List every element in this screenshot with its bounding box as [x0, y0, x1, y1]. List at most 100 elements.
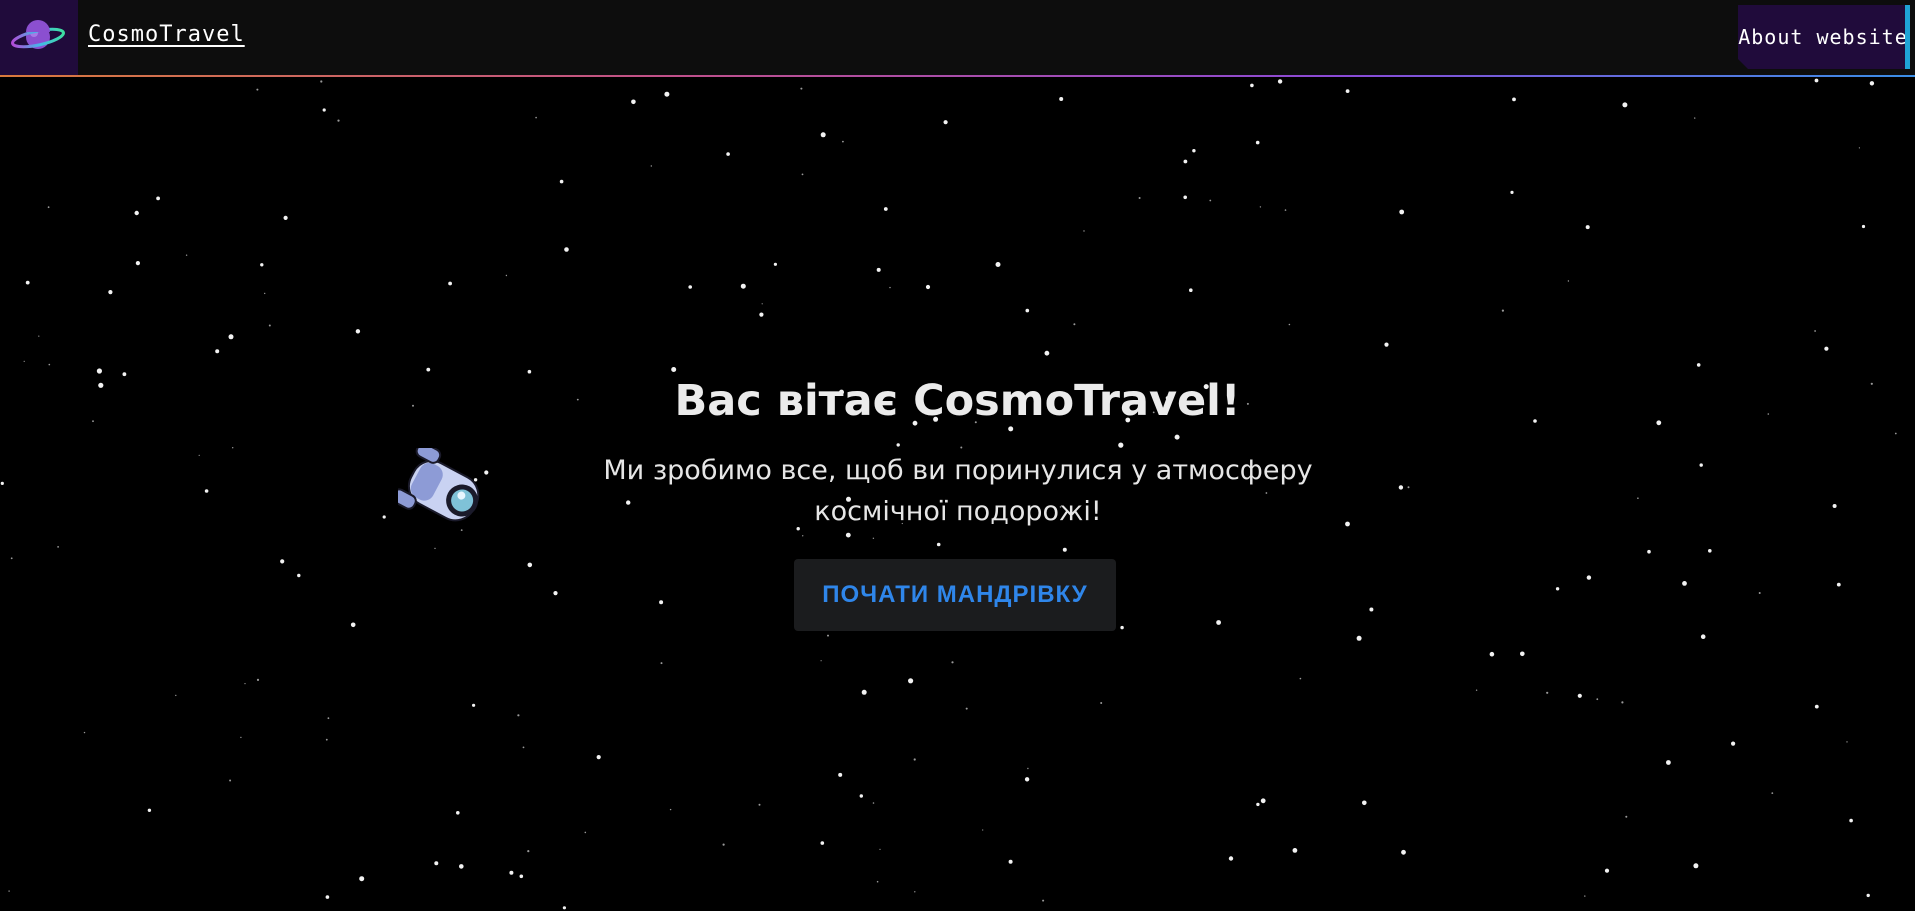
star [1228, 856, 1234, 861]
star [982, 829, 984, 831]
star [1846, 741, 1848, 743]
star [861, 689, 867, 695]
star [48, 363, 51, 366]
logo[interactable] [0, 0, 78, 75]
star [1814, 704, 1819, 709]
star [820, 841, 825, 845]
star [1577, 693, 1582, 698]
star [1008, 426, 1014, 432]
star [134, 210, 139, 216]
star [527, 562, 533, 568]
star [1666, 760, 1671, 765]
star [108, 290, 113, 295]
star [325, 895, 330, 899]
star [1120, 625, 1124, 630]
star [1183, 195, 1187, 200]
star [517, 714, 520, 717]
start-journey-button[interactable]: ПОЧАТИ МАНДРІВКУ [794, 559, 1116, 631]
brand-link[interactable]: CosmoTravel [88, 22, 245, 47]
star [434, 547, 436, 550]
star [240, 736, 242, 739]
star [1100, 702, 1103, 704]
star [1758, 592, 1761, 594]
star [671, 367, 677, 372]
star [350, 622, 356, 628]
star [1299, 677, 1302, 680]
star [562, 906, 567, 910]
star [1260, 798, 1266, 804]
star [459, 864, 464, 869]
star [913, 758, 916, 761]
star [1044, 350, 1050, 356]
star [57, 546, 59, 548]
star [25, 280, 30, 285]
star [1259, 206, 1262, 208]
about-website-button[interactable]: About website [1738, 5, 1908, 69]
star [1250, 83, 1254, 88]
star [1814, 78, 1819, 83]
star [802, 535, 804, 537]
star [1836, 582, 1841, 587]
star [914, 891, 916, 893]
star [228, 334, 234, 340]
star [535, 116, 537, 119]
star [1625, 815, 1628, 818]
star [740, 283, 746, 289]
star [1362, 800, 1367, 806]
star [584, 831, 587, 834]
star [564, 247, 569, 252]
star [1292, 848, 1298, 853]
star [1399, 209, 1405, 215]
star [1042, 899, 1045, 902]
star [359, 876, 365, 882]
star [879, 848, 881, 851]
star [845, 532, 851, 538]
star [759, 312, 764, 317]
star [1814, 330, 1816, 332]
star [1682, 581, 1687, 586]
star [1585, 225, 1590, 230]
star [908, 678, 914, 684]
star [83, 731, 86, 734]
star [659, 600, 664, 605]
star [559, 179, 564, 184]
star [660, 662, 663, 665]
star [1647, 549, 1651, 554]
star [1866, 893, 1870, 898]
star [1073, 323, 1076, 326]
star [1894, 432, 1897, 435]
hero-title: Вас вітає CosmoTravel! [674, 376, 1241, 426]
star [801, 173, 804, 176]
star [1183, 159, 1188, 164]
star [1059, 97, 1064, 101]
star [215, 349, 220, 354]
star [147, 808, 152, 812]
star [1025, 308, 1030, 313]
star [185, 254, 188, 256]
star [1024, 777, 1030, 782]
site-header: CosmoTravel About website [0, 0, 1915, 75]
star [256, 678, 260, 682]
star [1567, 280, 1570, 282]
star [244, 683, 246, 685]
star [1622, 102, 1628, 108]
star [1832, 504, 1837, 508]
star [1858, 147, 1860, 149]
star [1849, 818, 1853, 823]
star [631, 99, 636, 105]
star [761, 303, 763, 305]
star [773, 262, 778, 266]
star [1062, 547, 1067, 552]
star [859, 794, 863, 798]
star [951, 661, 954, 664]
star [1008, 859, 1013, 864]
star [688, 285, 692, 289]
star [10, 557, 13, 560]
star [943, 120, 948, 125]
star [47, 206, 50, 209]
star [1027, 767, 1029, 770]
star [382, 515, 386, 519]
star [1407, 486, 1410, 489]
star [1475, 689, 1478, 691]
star [1216, 620, 1221, 625]
